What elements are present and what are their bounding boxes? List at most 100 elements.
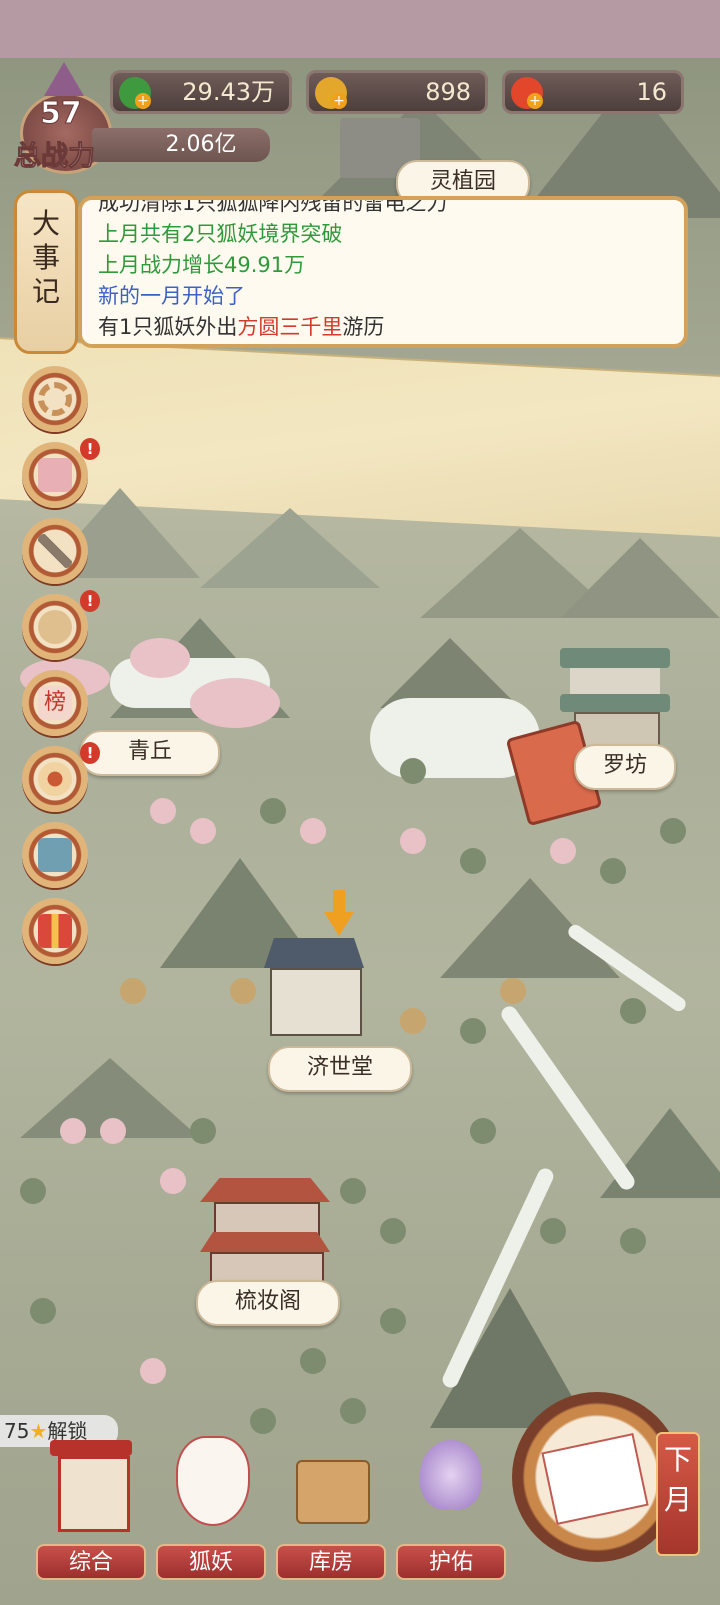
blossom-tree	[160, 1168, 186, 1194]
place-label-shuzhuangge[interactable]: 梳妆阁	[196, 1280, 340, 1326]
tree	[540, 1218, 566, 1244]
tree	[460, 848, 486, 874]
blossom-tree	[550, 838, 576, 864]
place-label-luofang[interactable]: 罗坊	[574, 744, 676, 790]
nav-storage[interactable]: 库房	[276, 1430, 386, 1580]
place-label-qingqiu[interactable]: 青丘	[80, 730, 220, 776]
fox-card-icon	[38, 838, 72, 872]
nav-label: 库房	[276, 1544, 386, 1580]
fox-ear-icon	[44, 62, 84, 96]
sword-button[interactable]	[22, 518, 88, 584]
fox-card-button[interactable]	[22, 822, 88, 888]
jishitang-building[interactable]	[264, 938, 364, 1038]
event-line: 成功清除1只狐狐降内残留的雷电之力	[98, 196, 448, 215]
blossom-tree	[100, 1118, 126, 1144]
spirit-value: 16	[636, 78, 667, 106]
power-value: 2.06亿	[165, 132, 237, 157]
nav-blessing[interactable]: 护佑	[396, 1430, 506, 1580]
blossom-tree	[400, 828, 426, 854]
autumn-tree	[500, 978, 526, 1004]
spirit-resource[interactable]: + 16	[502, 70, 684, 114]
tree	[260, 798, 286, 824]
scroll-letter-icon	[38, 458, 72, 492]
place-label-jishitang[interactable]: 济世堂	[268, 1046, 412, 1092]
tree	[620, 998, 646, 1024]
add-icon[interactable]: +	[135, 93, 151, 109]
tree	[600, 858, 626, 884]
jade-resource[interactable]: + 29.43万	[110, 70, 292, 114]
event-line: 上月战力增长49.91万	[98, 253, 306, 277]
events-tab[interactable]: 大 事 记	[14, 190, 78, 354]
events-panel[interactable]: 大 事 记 成功清除1只狐狐降内残留的雷电之力 上月共有2只狐妖境界突破 上月战…	[14, 190, 690, 354]
letter-button[interactable]: !	[22, 438, 100, 508]
ranking-icon: 榜	[38, 686, 72, 720]
gate-icon	[50, 1430, 132, 1532]
alert-icon: !	[80, 742, 100, 764]
event-line: 上月共有2只狐妖境界突破	[98, 222, 343, 246]
blossom-tree	[60, 1118, 86, 1144]
tree	[620, 1228, 646, 1254]
event-text: 游历	[342, 315, 385, 339]
blossom-tree	[140, 1358, 166, 1384]
fox-mask-icon	[170, 1430, 252, 1530]
status-bar	[0, 0, 720, 58]
autumn-tree	[400, 1008, 426, 1034]
mountain	[200, 508, 380, 588]
nav-fox[interactable]: 狐妖	[156, 1430, 266, 1580]
blossom-tree	[300, 818, 326, 844]
ranking-button[interactable]: 榜	[22, 670, 88, 736]
gift-box-icon	[38, 914, 72, 948]
add-icon[interactable]: +	[527, 93, 543, 109]
events-tab-char: 事	[31, 241, 60, 274]
storage-box-icon	[290, 1430, 372, 1530]
lotus-icon	[410, 1430, 492, 1530]
alert-icon: !	[80, 590, 100, 612]
arrow-down-icon	[324, 890, 354, 938]
alert-icon: !	[80, 438, 100, 460]
settings-button[interactable]	[22, 366, 88, 432]
gift-button[interactable]	[22, 898, 88, 964]
event-highlight: 方圆三千里	[237, 315, 343, 339]
tree	[660, 818, 686, 844]
river	[498, 1003, 638, 1193]
shuzhuangge-building[interactable]	[200, 1178, 330, 1288]
mountain	[560, 538, 720, 618]
nav-label: 综合	[36, 1544, 146, 1580]
fortune-bag-button[interactable]: !	[22, 590, 100, 660]
tree	[340, 1178, 366, 1204]
tree	[380, 1308, 406, 1334]
player-level: 57	[40, 96, 83, 132]
gold-value: 898	[425, 78, 471, 106]
events-log[interactable]: 成功清除1只狐狐降内残留的雷电之力 上月共有2只狐妖境界突破 上月战力增长49.…	[78, 196, 688, 348]
tree	[30, 1298, 56, 1324]
nav-label: 护佑	[396, 1544, 506, 1580]
jade-value: 29.43万	[182, 78, 275, 106]
nav-general[interactable]: 综合	[36, 1430, 146, 1580]
power-label: 总战力	[14, 141, 96, 173]
events-tab-char: 记	[31, 275, 60, 308]
tree	[340, 1398, 366, 1424]
settings-gear-icon	[38, 382, 72, 416]
gold-resource[interactable]: + 898	[306, 70, 488, 114]
unlock-level: 75	[4, 1419, 30, 1443]
sword-icon	[38, 534, 72, 568]
autumn-tree	[230, 978, 256, 1004]
tree	[400, 758, 426, 784]
add-icon[interactable]: +	[331, 93, 347, 109]
next-month-label: 下月	[656, 1432, 700, 1556]
tree	[20, 1178, 46, 1204]
event-line: 有1只狐妖外出方圆三千里游历	[98, 312, 668, 343]
blossom-tree	[150, 798, 176, 824]
total-power-bar[interactable]: 2.06亿	[92, 128, 270, 162]
blossom-tree	[190, 818, 216, 844]
tree	[470, 1118, 496, 1144]
tree	[380, 1218, 406, 1244]
compass-button[interactable]: !	[22, 742, 100, 812]
next-month-button[interactable]: 下月	[512, 1392, 702, 1582]
blossom-tree	[130, 638, 190, 678]
event-text: 有1只狐妖外出	[98, 315, 238, 339]
mountain	[440, 878, 620, 978]
blossom-tree	[190, 678, 280, 728]
nav-label: 狐妖	[156, 1544, 266, 1580]
events-tab-char: 大	[31, 207, 60, 240]
